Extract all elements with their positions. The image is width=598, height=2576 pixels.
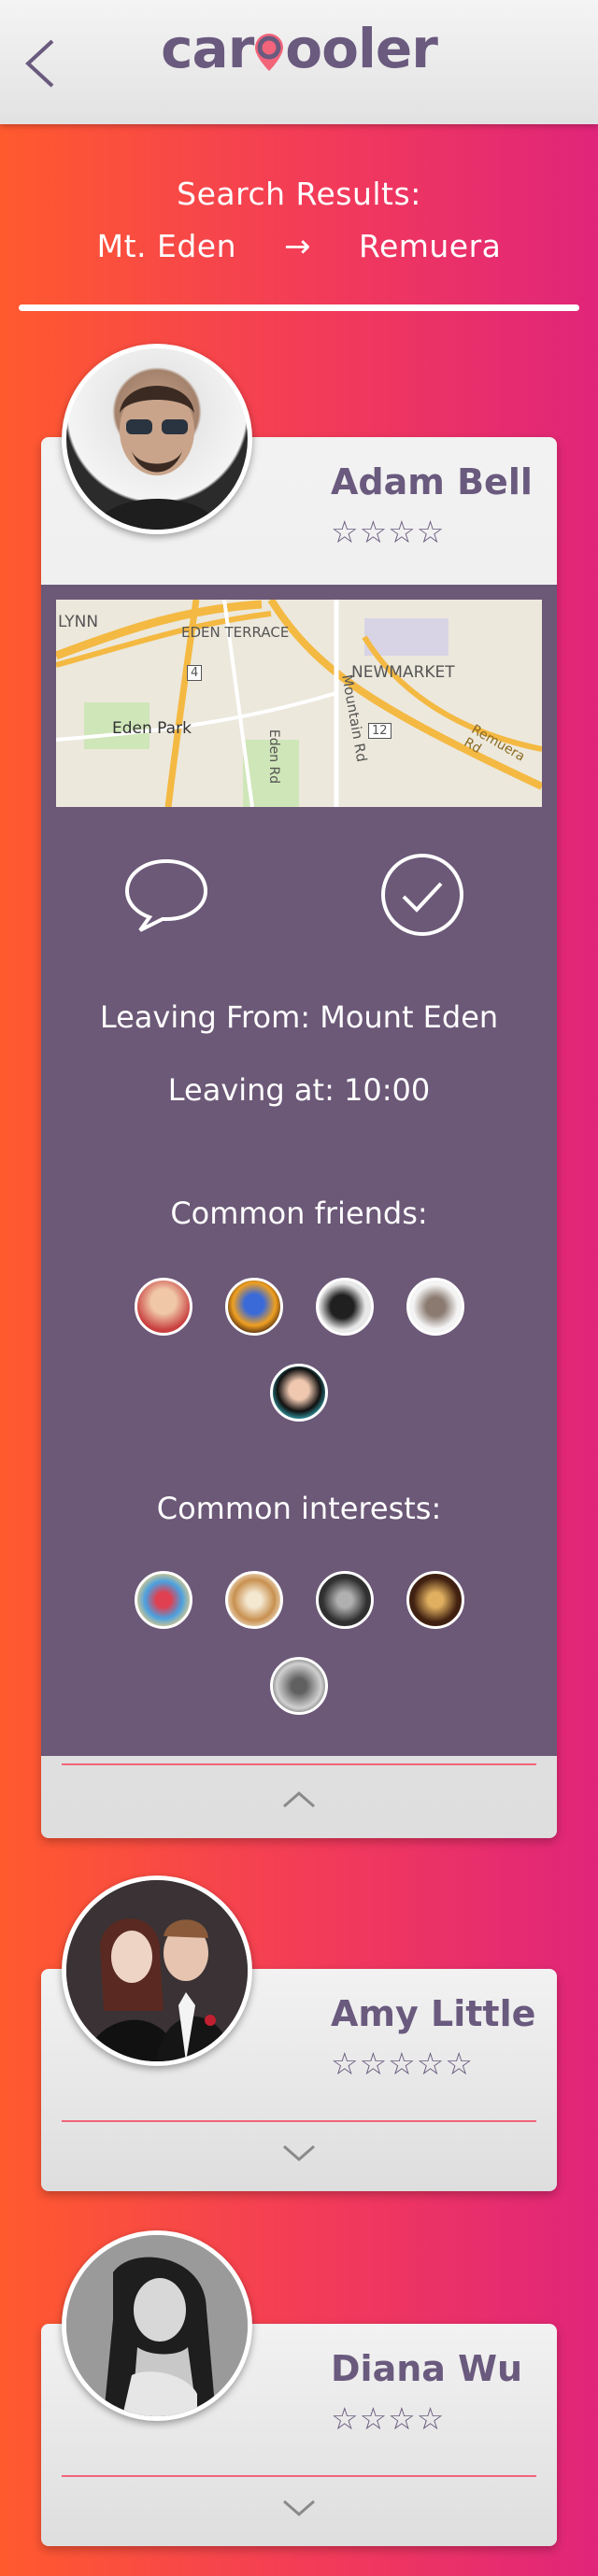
chevron-down-icon[interactable]	[280, 2143, 318, 2165]
map-label: 12	[368, 723, 392, 739]
chevron-down-icon[interactable]	[280, 2498, 318, 2520]
map-label: Eden Rd	[266, 729, 282, 785]
interest-icon[interactable]	[225, 1571, 283, 1629]
map-pin-icon	[253, 22, 285, 71]
route-from: Mt. Eden	[96, 228, 236, 264]
map-label: EDEN TERRACE	[181, 624, 290, 641]
leaving-at: Leaving at: 10:00	[167, 1072, 431, 1108]
check-circle-icon[interactable]	[379, 852, 465, 938]
search-route: Mt. Eden → Remuera	[0, 228, 598, 265]
common-friends-label: Common friends:	[170, 1196, 428, 1231]
friend-avatar[interactable]	[225, 1278, 283, 1336]
avatar-amy-little[interactable]	[62, 1875, 252, 2066]
card-divider	[62, 1763, 536, 1765]
chevron-up-icon[interactable]	[280, 1788, 318, 1810]
message-icon[interactable]	[121, 856, 211, 934]
map-label: Eden Park	[112, 719, 192, 738]
interest-icon[interactable]	[406, 1571, 464, 1629]
route-map[interactable]: LYNN EDEN TERRACE NEWMARKET Eden Park Mo…	[56, 600, 542, 807]
map-label: LYNN	[58, 613, 99, 631]
avatar-diana-wu[interactable]	[62, 2230, 252, 2421]
map-label: 4	[187, 665, 203, 681]
map-label: NEWMARKET	[351, 663, 455, 682]
carpooler-logo: car ooler	[0, 17, 598, 80]
logo-text-left: car	[161, 17, 254, 80]
rating-stars-icon: ☆☆☆☆☆	[331, 2046, 474, 2081]
avatar-adam-bell[interactable]	[62, 344, 252, 534]
card-divider	[62, 2475, 536, 2477]
friend-avatar[interactable]	[406, 1278, 464, 1336]
driver-name: Diana Wu	[331, 2348, 523, 2389]
friend-avatar[interactable]	[135, 1278, 192, 1336]
map-graphic	[56, 600, 542, 807]
driver-name: Amy Little	[331, 1993, 536, 2034]
rating-stars-icon: ☆☆☆☆	[331, 515, 446, 549]
route-arrow-icon: →	[284, 228, 311, 265]
header-divider	[19, 304, 579, 311]
friend-avatar[interactable]	[316, 1278, 374, 1336]
driver-name: Adam Bell	[331, 461, 533, 502]
card-divider	[62, 2120, 536, 2122]
interest-icon[interactable]	[316, 1571, 374, 1629]
interest-icon[interactable]	[135, 1571, 192, 1629]
friend-avatar[interactable]	[270, 1364, 328, 1422]
avatar-photo	[66, 2235, 248, 2416]
interest-icon[interactable]	[270, 1657, 328, 1715]
rating-stars-icon: ☆☆☆☆	[331, 2401, 446, 2436]
avatar-photo	[94, 386, 220, 530]
avatar-photo	[66, 1880, 248, 2061]
route-to: Remuera	[359, 228, 502, 264]
search-results-label: Search Results:	[177, 176, 421, 212]
common-interests-label: Common interests:	[156, 1491, 442, 1526]
details-panel: LYNN EDEN TERRACE NEWMARKET Eden Park Mo…	[41, 585, 557, 1756]
leaving-from: Leaving From: Mount Eden	[99, 999, 499, 1035]
top-bar: car ooler	[0, 0, 598, 124]
logo-text-right: ooler	[285, 17, 438, 80]
